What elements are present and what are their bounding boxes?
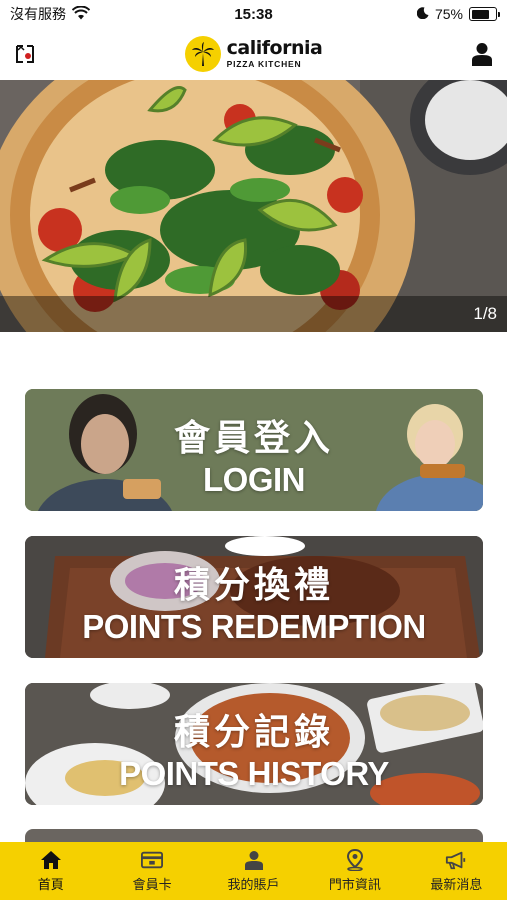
history-title-en: POINTS HISTORY (119, 755, 389, 792)
wifi-icon (71, 5, 91, 23)
member-card-icon (141, 850, 164, 870)
redemption-title-zh: 積分換禮 (173, 565, 334, 606)
location-pin-icon (344, 848, 366, 871)
nav-member-card[interactable]: 會員卡 (101, 842, 202, 900)
battery-icon (469, 7, 500, 21)
palm-tree-icon (184, 36, 221, 72)
brand-logo[interactable]: california PIZZA KITCHEN (184, 36, 323, 72)
megaphone-icon (445, 850, 467, 870)
brand-subtitle: PIZZA KITCHEN (226, 59, 302, 70)
hero-pizza-image (0, 80, 507, 332)
nav-home[interactable]: 首頁 (0, 842, 101, 900)
hero-caption-bar (0, 296, 507, 332)
nav-store-info[interactable]: 門市資訊 (304, 842, 405, 900)
nav-home-label: 首頁 (37, 876, 64, 892)
moon-icon (416, 6, 429, 22)
hero-carousel[interactable]: 1/8 (0, 80, 507, 332)
nav-member-card-label: 會員卡 (132, 876, 172, 892)
history-title-zh: 積分記錄 (173, 712, 334, 753)
user-icon[interactable] (469, 41, 495, 67)
battery-fill (471, 9, 489, 19)
next-card-peek[interactable] (25, 829, 483, 843)
login-title-en: LOGIN (203, 461, 306, 498)
carousel-counter: 1/8 (473, 304, 497, 323)
bottom-nav: 首頁 會員卡 我的賬戶 門市資訊 最新消息 (0, 842, 507, 900)
home-icon (40, 850, 62, 870)
status-time: 15:38 (234, 5, 273, 23)
login-card[interactable]: 會員登入 LOGIN (25, 389, 483, 511)
account-icon (243, 850, 265, 870)
points-redemption-card[interactable]: 積分換禮 POINTS REDEMPTION (25, 536, 483, 658)
nav-account-label: 我的賬戶 (227, 876, 280, 892)
battery-percent: 75% (434, 6, 463, 22)
status-bar: 沒有服務 15:38 75% (0, 0, 507, 28)
login-title-zh: 會員登入 (173, 418, 334, 459)
app-header: california PIZZA KITCHEN (0, 28, 507, 80)
nav-store-info-label: 門市資訊 (328, 876, 381, 892)
nav-news[interactable]: 最新消息 (406, 842, 507, 900)
brand-name: california (226, 37, 323, 60)
redemption-title-en: POINTS REDEMPTION (82, 608, 426, 645)
nav-news-label: 最新消息 (430, 876, 483, 892)
language-switch-icon[interactable] (12, 41, 38, 67)
points-history-card[interactable]: 積分記錄 POINTS HISTORY (25, 683, 483, 805)
carrier-text: 沒有服務 (10, 6, 66, 22)
nav-account[interactable]: 我的賬戶 (203, 842, 304, 900)
